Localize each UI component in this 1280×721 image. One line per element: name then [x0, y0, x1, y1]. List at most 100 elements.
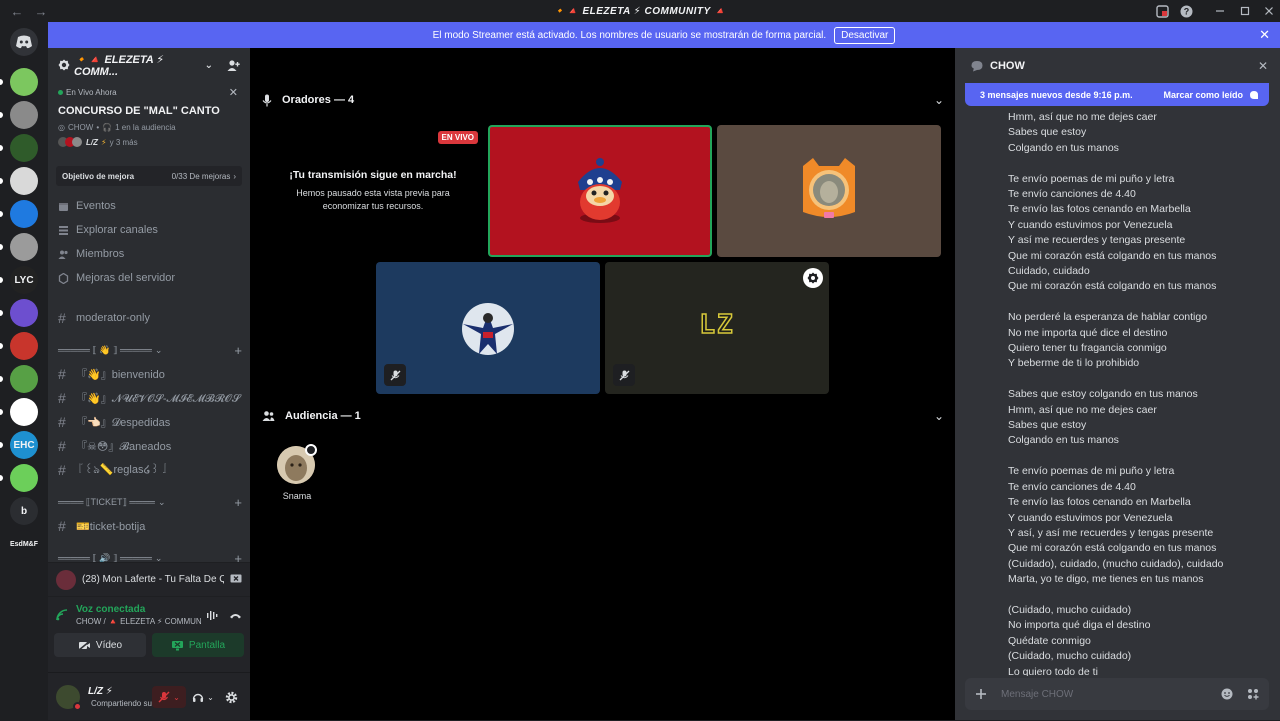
minimize-icon[interactable]: [1212, 3, 1228, 19]
live-badge: EN VIVO: [437, 131, 478, 144]
deafen-toggle[interactable]: ⌄: [188, 686, 218, 708]
speaker-tile[interactable]: [488, 125, 712, 257]
add-channel-icon[interactable]: +: [234, 495, 242, 510]
audience-header[interactable]: Audiencia — 1 ⌄: [262, 406, 944, 426]
close-banner-icon[interactable]: ✕: [1259, 27, 1270, 43]
boost-goal-bar[interactable]: Objetivo de mejora 0/33 De mejoras ›: [56, 166, 242, 186]
nav-members[interactable]: Miembros: [48, 242, 250, 266]
server-icon[interactable]: [10, 134, 38, 162]
live-stage-card[interactable]: En Vivo Ahora ✕ CONCURSO DE "MAL" CANTO …: [54, 82, 244, 158]
server-icon[interactable]: [10, 233, 38, 261]
unread-indicator: [0, 277, 3, 283]
server-icon[interactable]: [10, 167, 38, 195]
screen-share-button[interactable]: Pantalla: [152, 633, 244, 657]
server-icon[interactable]: [10, 398, 38, 426]
stage-title: CONCURSO DE "MAL" CANTO: [58, 105, 220, 117]
add-attachment-icon[interactable]: [975, 688, 987, 700]
channel-moderator-only[interactable]: # moderator-only: [48, 306, 250, 330]
user-avatar[interactable]: [56, 685, 82, 711]
lyric-line: Sabes que estoy colgando en tus manos: [1008, 388, 1198, 401]
server-icon[interactable]: [10, 200, 38, 228]
speakers-header[interactable]: Oradores — 4 ⌄: [262, 90, 944, 110]
disconnect-icon[interactable]: [229, 611, 242, 620]
paused-stream-tile[interactable]: EN VIVO ¡Tu transmisión sigue en marcha!…: [262, 126, 484, 256]
server-icon[interactable]: [10, 464, 38, 492]
stop-activity-icon[interactable]: [230, 574, 242, 585]
add-member-icon[interactable]: [227, 59, 240, 72]
help-icon[interactable]: ?: [1178, 3, 1194, 19]
audience-member[interactable]: Snama: [272, 444, 322, 506]
channel-item[interactable]: # 『👋』𝓝𝓤𝓔𝓥𝓞𝓢-𝓜𝓘𝓔𝓜𝓑𝓡𝓞𝓢: [48, 386, 250, 410]
server-icon[interactable]: EsdM&F: [10, 530, 38, 558]
new-messages-bar[interactable]: 3 mensajes nuevos desde 9:16 p.m. Marcar…: [965, 83, 1269, 106]
boost-goal-label: Objetivo de mejora: [62, 171, 135, 181]
disable-streamer-button[interactable]: Desactivar: [834, 26, 896, 44]
category-welcome[interactable]: ═════ ⟦ 👋 ⟧ ═════ ⌄ +: [48, 338, 250, 362]
channel-item[interactable]: # 🎫ticket-botija: [48, 514, 250, 538]
add-channel-icon[interactable]: +: [234, 343, 242, 358]
server-icon[interactable]: b: [10, 497, 38, 525]
unread-indicator: [0, 409, 3, 415]
line-break: [1008, 372, 1268, 387]
speaker-tile[interactable]: LZ: [605, 262, 829, 394]
channel-item[interactable]: # 『👈🏻』𝓓espedidas: [48, 410, 250, 434]
server-header[interactable]: 🔸🔺 ELEZETA ⚡ COMM... ⌄: [48, 48, 250, 82]
message-input[interactable]: Mensaje CHOW: [965, 678, 1269, 710]
user-info[interactable]: L/Z ⚡ Compartiendo su pan...: [88, 686, 152, 708]
maximize-icon[interactable]: [1237, 3, 1253, 19]
speaker-tile[interactable]: [376, 262, 600, 394]
video-button-label: Vídeo: [95, 639, 123, 651]
lyric-line: Y beberme de ti lo prohibido: [1008, 357, 1140, 370]
noise-suppression-icon[interactable]: [206, 610, 219, 621]
server-icon[interactable]: [10, 332, 38, 360]
lyric-line: Colgando en tus manos: [1008, 434, 1119, 447]
voice-connected-label[interactable]: Voz conectada: [76, 604, 202, 615]
mic-muted-icon: [158, 691, 170, 703]
lyric-line: Lo quiero todo de ti: [1008, 665, 1098, 676]
apps-icon[interactable]: [1247, 688, 1259, 700]
nav-server-boosts[interactable]: Mejoras del servidor: [48, 266, 250, 290]
category-ticket[interactable]: ════ ⟦TICKET⟧ ════ ⌄ +: [48, 490, 250, 514]
stage-audience-count: 1 en la audiencia: [115, 123, 176, 132]
speaker-tile[interactable]: [717, 125, 941, 257]
nav-events[interactable]: Eventos: [48, 194, 250, 218]
server-icon[interactable]: [10, 365, 38, 393]
nav-browse-channels-label: Explorar canales: [76, 224, 158, 236]
close-chat-icon[interactable]: ✕: [1258, 59, 1268, 73]
server-icon[interactable]: [10, 299, 38, 327]
voice-panel: (28) Mon Laferte - Tu Falta De Quer... V…: [48, 562, 250, 672]
discord-home-icon[interactable]: [10, 28, 38, 56]
dismiss-stage-icon[interactable]: ✕: [229, 86, 238, 99]
channel-item[interactable]: # 『꒰ঌ📏reglas໒꒱』: [48, 458, 250, 482]
user-status-row: Compartiendo su pan...: [88, 699, 152, 708]
inbox-icon[interactable]: [1154, 3, 1170, 19]
server-icon[interactable]: EHC: [10, 431, 38, 459]
hash-icon: #: [58, 518, 66, 534]
close-window-icon[interactable]: [1261, 3, 1277, 19]
muted-mic-icon: [613, 364, 635, 386]
activity-row[interactable]: (28) Mon Laferte - Tu Falta De Quer...: [48, 563, 250, 597]
emoji-icon[interactable]: [1221, 688, 1233, 700]
voice-channel-path[interactable]: CHOW / 🔺 ELEZETA ⚡ COMMUNITY...: [76, 617, 202, 626]
user-settings-gear-icon[interactable]: [220, 686, 242, 708]
channel-item[interactable]: # 『👋』bienvenido: [48, 362, 250, 386]
chat-bubble-icon: [971, 60, 983, 72]
server-icon[interactable]: LYC: [10, 266, 38, 294]
voice-status-row: Voz conectada CHOW / 🔺 ELEZETA ⚡ COMMUNI…: [48, 597, 250, 633]
lyric-line: Te envío las fotos cenando en Marbella: [1008, 496, 1191, 509]
video-button[interactable]: Vídeo: [54, 633, 146, 657]
unread-indicator: [0, 244, 3, 250]
mark-as-read-button[interactable]: Marcar como leído: [1163, 90, 1243, 100]
nav-events-label: Eventos: [76, 200, 116, 212]
music-activity-title: (28) Mon Laferte - Tu Falta De Quer...: [82, 574, 224, 585]
server-icon[interactable]: [10, 68, 38, 96]
server-icon[interactable]: [10, 101, 38, 129]
nav-browse-channels[interactable]: Explorar canales: [48, 218, 250, 242]
mute-toggle[interactable]: ⌄: [152, 686, 186, 708]
unread-indicator: [0, 112, 3, 118]
unread-indicator: [0, 79, 3, 85]
unread-indicator: [0, 475, 3, 481]
lyric-line: (Cuidado), cuidado, (mucho cuidado), cui…: [1008, 557, 1224, 570]
channel-item[interactable]: # 『☠😳』𝓑aneados: [48, 434, 250, 458]
speaker-avatar: [462, 303, 514, 355]
